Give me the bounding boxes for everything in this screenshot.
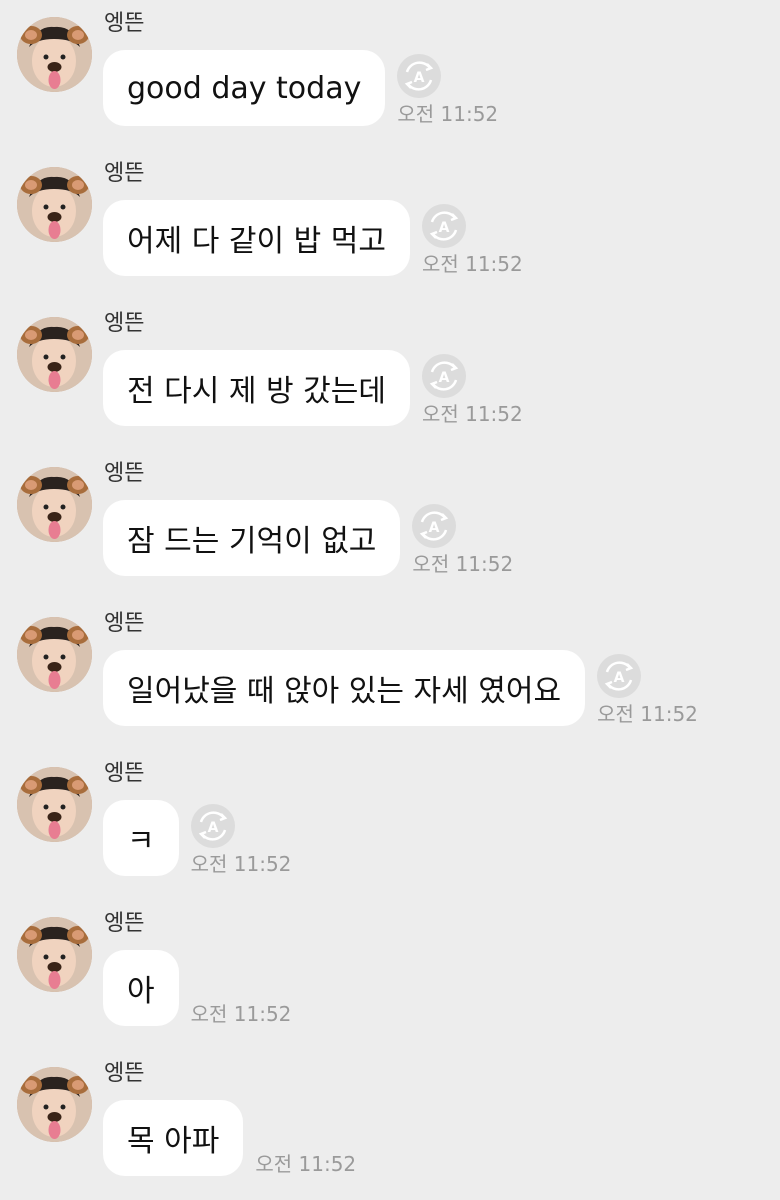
sender-name: 엥뜬 <box>104 611 145 636</box>
avatar[interactable] <box>17 17 92 92</box>
message-timestamp: 오전 11:52 <box>412 552 514 576</box>
dog-filter-avatar-icon <box>17 1067 92 1142</box>
chat-area: 엥뜬 good day today A 오전 11:52 엥뜬 어제 다 같이 … <box>0 0 780 1200</box>
sender-name: 엥뜬 <box>104 311 145 336</box>
message-meta: 오전 11:52 <box>255 1100 365 1176</box>
message-timestamp: 오전 11:52 <box>255 1152 357 1176</box>
avatar[interactable] <box>17 467 92 542</box>
message-meta: A 오전 11:52 <box>597 650 707 726</box>
message-bubble[interactable]: ㅋ <box>103 800 179 876</box>
chat-message: 엥뜬 잠 드는 기억이 없고 A 오전 11:52 <box>0 450 780 600</box>
svg-text:A: A <box>414 70 425 86</box>
chat-message: 엥뜬 아 오전 11:52 <box>0 900 780 1050</box>
dog-filter-avatar-icon <box>17 167 92 242</box>
svg-text:A: A <box>439 220 450 236</box>
translate-icon[interactable]: A <box>421 204 466 248</box>
dog-filter-avatar-icon <box>17 17 92 92</box>
avatar[interactable] <box>17 167 92 242</box>
dog-filter-avatar-icon <box>17 767 92 842</box>
dog-filter-avatar-icon <box>17 467 92 542</box>
dog-filter-avatar-icon <box>17 917 92 992</box>
sender-name: 엥뜬 <box>104 761 145 786</box>
dog-filter-avatar-icon <box>17 317 92 392</box>
message-bubble[interactable]: 일어났을 때 앉아 있는 자세 였어요 <box>103 650 586 726</box>
chat-message: 엥뜬 목 아파 오전 11:52 <box>0 1050 780 1200</box>
message-bubble[interactable]: 잠 드는 기억이 없고 <box>103 500 401 576</box>
message-bubble[interactable]: 아 <box>103 950 179 1026</box>
sender-name: 엥뜬 <box>104 11 145 36</box>
message-meta: A 오전 11:52 <box>421 350 532 426</box>
message-meta: A 오전 11:52 <box>190 800 301 876</box>
translate-icon[interactable]: A <box>397 54 442 98</box>
svg-text:A: A <box>429 520 440 536</box>
avatar[interactable] <box>17 1067 92 1142</box>
sender-name: 엥뜬 <box>104 1061 145 1086</box>
message-bubble[interactable]: 어제 다 같이 밥 먹고 <box>103 200 410 276</box>
message-timestamp: 오전 11:52 <box>421 402 523 426</box>
translate-icon[interactable]: A <box>421 354 466 398</box>
avatar[interactable] <box>17 767 92 842</box>
sender-name: 엥뜬 <box>104 161 145 186</box>
chat-message: 엥뜬 어제 다 같이 밥 먹고 A 오전 11:52 <box>0 150 780 300</box>
chat-message: 엥뜬 ㅋ A 오전 11:52 <box>0 750 780 900</box>
translate-icon[interactable]: A <box>190 804 235 848</box>
message-timestamp: 오전 11:52 <box>190 852 292 876</box>
message-bubble[interactable]: good day today <box>103 50 386 126</box>
translate-icon[interactable]: A <box>597 654 642 698</box>
translate-icon[interactable]: A <box>412 504 457 548</box>
message-timestamp: 오전 11:52 <box>421 252 523 276</box>
avatar[interactable] <box>17 317 92 392</box>
message-bubble[interactable]: 목 아파 <box>103 1100 244 1176</box>
avatar[interactable] <box>17 917 92 992</box>
sender-name: 엥뜬 <box>104 461 145 486</box>
message-timestamp: 오전 11:52 <box>397 102 499 126</box>
svg-text:A: A <box>207 820 218 836</box>
message-bubble[interactable]: 전 다시 제 방 갔는데 <box>103 350 410 426</box>
dog-filter-avatar-icon <box>17 617 92 692</box>
svg-text:A: A <box>614 670 625 686</box>
chat-message: 엥뜬 전 다시 제 방 갔는데 A 오전 11:52 <box>0 300 780 450</box>
message-meta: A 오전 11:52 <box>412 500 522 576</box>
message-timestamp: 오전 11:52 <box>190 1002 292 1026</box>
message-meta: A 오전 11:52 <box>397 50 507 126</box>
message-timestamp: 오전 11:52 <box>597 702 698 726</box>
svg-text:A: A <box>439 370 450 386</box>
sender-name: 엥뜬 <box>104 911 145 936</box>
chat-message: 엥뜬 일어났을 때 앉아 있는 자세 였어요 A 오전 11:52 <box>0 600 780 750</box>
message-meta: 오전 11:52 <box>191 950 301 1026</box>
chat-message: 엥뜬 good day today A 오전 11:52 <box>0 0 780 150</box>
avatar[interactable] <box>17 617 92 692</box>
message-meta: A 오전 11:52 <box>421 200 532 276</box>
